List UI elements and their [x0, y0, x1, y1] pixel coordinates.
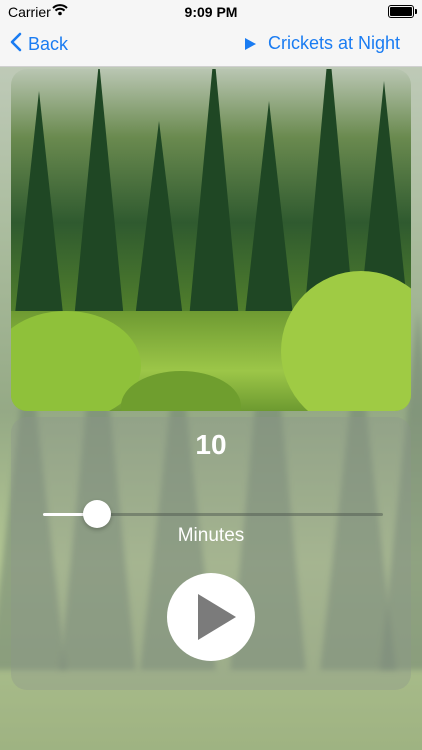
battery-icon	[388, 5, 417, 18]
chevron-left-icon	[10, 32, 28, 57]
sound-title-button[interactable]: Crickets at Night	[244, 33, 400, 54]
play-small-icon	[244, 37, 256, 50]
status-bar: Carrier 9:09 PM	[0, 0, 422, 24]
top-bar: Carrier 9:09 PM Back Crickets at Night	[0, 0, 422, 67]
timer-unit-label: Minutes	[177, 525, 245, 546]
navigation-bar: Back Crickets at Night	[0, 24, 422, 66]
sound-title: Crickets at Night	[267, 33, 400, 53]
timer-panel: 10 Minutes	[11, 417, 411, 690]
back-label: Back	[28, 34, 69, 54]
slider-track-remaining	[97, 513, 383, 516]
timer-value: 10	[195, 429, 227, 460]
play-button[interactable]	[167, 573, 255, 661]
play-icon	[198, 594, 236, 640]
slider-thumb[interactable]	[83, 500, 111, 528]
status-time: 9:09 PM	[184, 4, 238, 20]
back-button[interactable]: Back	[10, 32, 68, 57]
duration-slider[interactable]	[43, 500, 383, 528]
scene-image	[11, 69, 411, 411]
